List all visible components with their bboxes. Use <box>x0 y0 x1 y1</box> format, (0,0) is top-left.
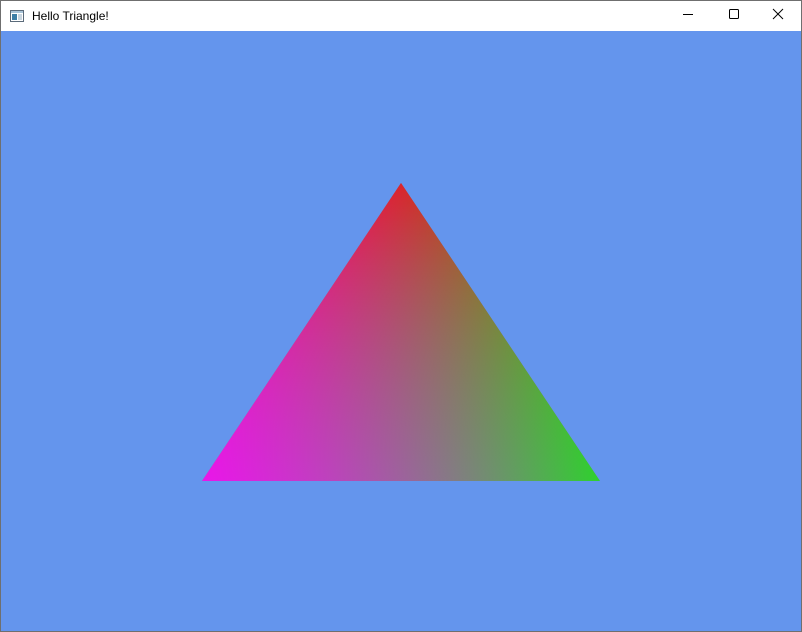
maximize-icon <box>728 7 740 25</box>
window-title: Hello Triangle! <box>32 9 109 23</box>
minimize-icon <box>682 7 694 25</box>
title-bar[interactable]: Hello Triangle! <box>1 1 801 31</box>
render-surface <box>202 183 600 481</box>
close-icon <box>772 7 784 25</box>
close-button[interactable] <box>755 1 801 31</box>
render-canvas[interactable] <box>1 31 801 631</box>
app-window-icon <box>10 9 24 22</box>
triangle <box>202 183 600 481</box>
minimize-button[interactable] <box>665 1 711 31</box>
app-window: Hello Triangle! <box>0 0 802 632</box>
maximize-button[interactable] <box>711 1 757 31</box>
